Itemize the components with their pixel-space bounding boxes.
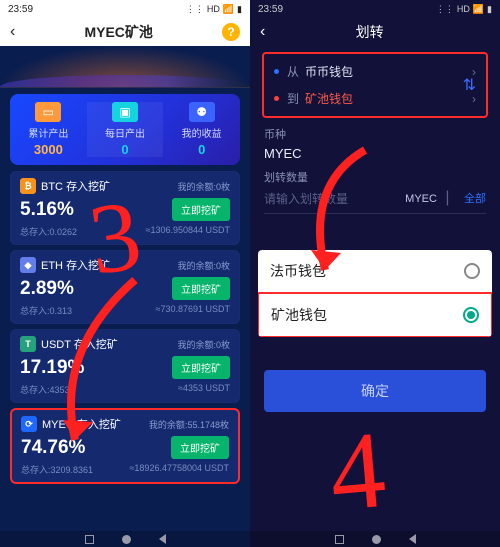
coin-card-usdt[interactable]: T USDT 存入挖矿 我的余额:0枚 17.19% 立即挖矿 总存入:4353… [10,329,240,403]
page-header: ‹ MYEC矿池 ? [0,18,250,46]
status-time: 23:59 [8,4,33,15]
all-button[interactable]: 全部 [464,193,486,205]
wallet-option-fiat[interactable]: 法币钱包 [258,250,492,293]
amount-input[interactable]: 请输入划转数量 [264,190,348,207]
android-navbar [250,531,500,547]
page-header: ‹ 划转 [250,18,500,46]
recent-icon[interactable] [85,535,94,544]
mine-button-usdt[interactable]: 立即挖矿 [172,356,230,379]
myec-icon: ⟳ [21,416,37,432]
amount-section: 划转数量 请输入划转数量 MYEC | 全部 [264,169,486,214]
from-wallet-row[interactable]: 从 币币钱包 › [270,58,480,85]
status-bar: 23:59 ⋮⋮ HD 📶 ▮ [0,0,250,18]
wallet-option-pool[interactable]: 矿池钱包 [258,292,492,337]
stat-daily-output[interactable]: ▣ 每日产出 0 [87,102,164,157]
battery-icon: ▮ [487,4,492,15]
btc-icon: ₿ [20,178,36,194]
back-nav-icon[interactable] [409,534,416,544]
page-title: 划转 [265,22,474,42]
confirm-button[interactable]: 确定 [264,370,486,412]
coin-card-btc[interactable]: ₿ BTC 存入挖矿 我的余额:0枚 5.16% 立即挖矿 总存入:0.0262… [10,171,240,245]
eth-icon: ◆ [20,257,36,273]
signal-icon: 📶 [473,4,484,15]
battery-icon: ▮ [237,4,242,15]
mine-button-myec[interactable]: 立即挖矿 [171,436,229,459]
user-icon: ⚉ [189,102,215,122]
hero-banner [0,46,250,88]
home-icon[interactable] [122,535,131,544]
wallet-picker-sheet: 法币钱包 矿池钱包 [258,250,492,337]
right-screenshot: 23:59 ⋮⋮ HD 📶 ▮ ‹ 划转 从 币币钱包 › 到 矿池 [250,0,500,547]
currency-section[interactable]: 币种 MYEC [264,126,486,161]
coin-card-myec[interactable]: ⟳ MYEC 存入挖矿 我的余额:55.1748枚 74.76% 立即挖矿 总存… [10,408,240,484]
wallet-selector: 从 币币钱包 › 到 矿池钱包 › ⇅ [262,52,488,118]
left-screenshot: 23:59 ⋮⋮ HD 📶 ▮ ‹ MYEC矿池 ? ▭ 累计产出 3000 ▣… [0,0,250,547]
status-time: 23:59 [258,4,283,15]
signal-icon: 📶 [223,4,234,15]
stats-card: ▭ 累计产出 3000 ▣ 每日产出 0 ⚉ 我的收益 0 [10,94,240,165]
back-nav-icon[interactable] [159,534,166,544]
btc-rate: 5.16% [20,199,74,221]
mine-button-btc[interactable]: 立即挖矿 [172,198,230,221]
usdt-icon: T [20,336,36,352]
net-icon: ⋮⋮ [186,4,204,15]
hd-icon: HD [457,4,470,14]
usdt-rate: 17.19% [20,357,84,379]
radio-icon [464,263,480,279]
coin-card-eth[interactable]: ◆ ETH 存入挖矿 我的余额:0枚 2.89% 立即挖矿 总存入:0.313 … [10,250,240,324]
net-icon: ⋮⋮ [436,4,454,15]
box-icon: ▣ [112,102,138,122]
swap-icon[interactable]: ⇅ [461,75,478,95]
dot-icon [274,69,279,74]
dot-icon [274,96,279,101]
to-wallet-row[interactable]: 到 矿池钱包 › [270,85,480,112]
eth-rate: 2.89% [20,278,74,300]
page-title: MYEC矿池 [15,22,222,42]
myec-rate: 74.76% [21,437,85,459]
recent-icon[interactable] [335,535,344,544]
stat-total-output[interactable]: ▭ 累计产出 3000 [10,102,87,157]
android-navbar [0,531,250,547]
help-icon[interactable]: ? [222,23,240,41]
status-bar: 23:59 ⋮⋮ HD 📶 ▮ [250,0,500,18]
radio-on-icon [463,307,479,323]
mine-button-eth[interactable]: 立即挖矿 [172,277,230,300]
home-icon[interactable] [372,535,381,544]
stat-my-earnings[interactable]: ⚉ 我的收益 0 [163,102,240,157]
wallet-icon: ▭ [35,102,61,122]
hd-icon: HD [207,4,220,14]
